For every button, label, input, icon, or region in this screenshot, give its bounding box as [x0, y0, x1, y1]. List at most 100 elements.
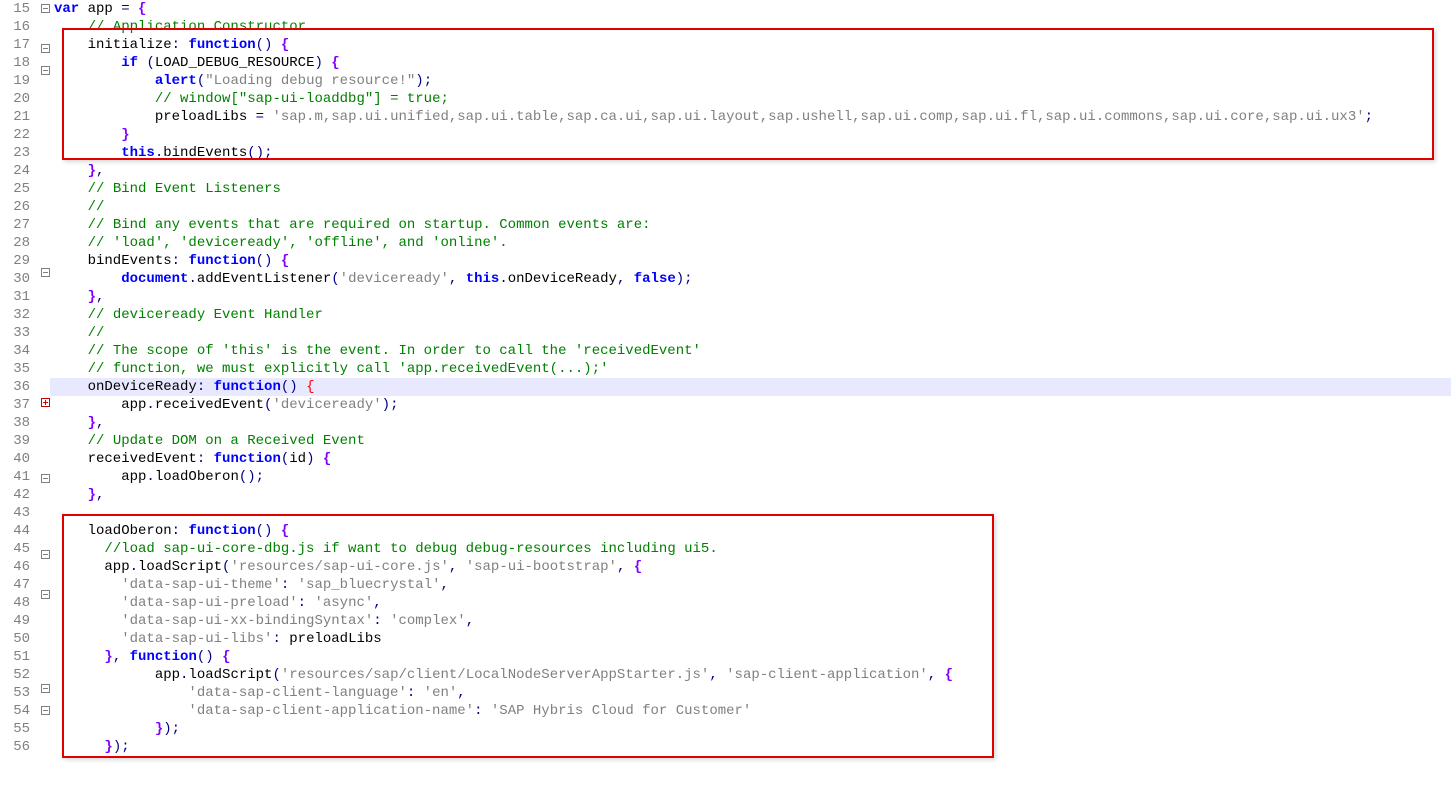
code-line[interactable]: initialize: function() {	[50, 36, 1451, 54]
line-number-gutter: 1516171819202122232425262728293031323334…	[0, 0, 36, 796]
fold-cell	[36, 210, 50, 228]
code-line[interactable]: //	[50, 198, 1451, 216]
code-line[interactable]: // function, we must explicitly call 'ap…	[50, 360, 1451, 378]
code-editor[interactable]: 1516171819202122232425262728293031323334…	[0, 0, 1451, 796]
code-line[interactable]: receivedEvent: function(id) {	[50, 450, 1451, 468]
code-line[interactable]: 'data-sap-ui-xx-bindingSyntax': 'complex…	[50, 612, 1451, 630]
code-line[interactable]: loadOberon: function() {	[50, 522, 1451, 540]
code-line[interactable]: // The scope of 'this' is the event. In …	[50, 342, 1451, 360]
code-line[interactable]: app.loadScript('resources/sap/client/Loc…	[50, 666, 1451, 684]
code-line[interactable]: bindEvents: function() {	[50, 252, 1451, 270]
code-line[interactable]: app.loadScript('resources/sap-ui-core.js…	[50, 558, 1451, 576]
fold-cell	[36, 398, 50, 416]
code-line[interactable]: if (LOAD_DEBUG_RESOURCE) {	[50, 54, 1451, 72]
line-number: 29	[0, 252, 30, 270]
code-line[interactable]: //	[50, 324, 1451, 342]
code-line[interactable]: // Update DOM on a Received Event	[50, 432, 1451, 450]
code-line[interactable]: },	[50, 414, 1451, 432]
code-line[interactable]: }	[50, 126, 1451, 144]
line-number: 49	[0, 612, 30, 630]
line-number: 16	[0, 18, 30, 36]
line-number: 18	[0, 54, 30, 72]
code-line[interactable]: });	[50, 720, 1451, 738]
code-line[interactable]: // Bind any events that are required on …	[50, 216, 1451, 234]
fold-cell	[36, 66, 50, 84]
line-number: 46	[0, 558, 30, 576]
line-number: 27	[0, 216, 30, 234]
code-line[interactable]: }, function() {	[50, 648, 1451, 666]
fold-cell	[36, 706, 50, 724]
code-line[interactable]: // window["sap-ui-loaddbg"] = true;	[50, 90, 1451, 108]
code-line[interactable]: alert("Loading debug resource!");	[50, 72, 1451, 90]
fold-open-icon[interactable]	[41, 66, 50, 75]
line-number: 42	[0, 486, 30, 504]
code-line[interactable]: 'data-sap-client-application-name': 'SAP…	[50, 702, 1451, 720]
line-number: 22	[0, 126, 30, 144]
fold-open-icon[interactable]	[41, 550, 50, 559]
fold-cell	[36, 192, 50, 210]
fold-cell	[36, 662, 50, 680]
fold-column[interactable]	[36, 0, 50, 796]
fold-cell	[36, 102, 50, 120]
fold-cell	[36, 452, 50, 470]
code-area[interactable]: var app = { // Application Constructor i…	[50, 0, 1451, 796]
code-line[interactable]: preloadLibs = 'sap.m,sap.ui.unified,sap.…	[50, 108, 1451, 126]
line-number: 33	[0, 324, 30, 342]
code-line[interactable]: 'data-sap-ui-theme': 'sap_bluecrystal',	[50, 576, 1451, 594]
fold-open-icon[interactable]	[41, 684, 50, 693]
code-line[interactable]: // Bind Event Listeners	[50, 180, 1451, 198]
fold-cell	[36, 626, 50, 644]
fold-closed-icon[interactable]	[41, 398, 50, 407]
code-line[interactable]: // 'load', 'deviceready', 'offline', and…	[50, 234, 1451, 252]
fold-cell	[36, 474, 50, 492]
code-line[interactable]: },	[50, 288, 1451, 306]
line-number: 47	[0, 576, 30, 594]
fold-cell	[36, 120, 50, 138]
line-number: 45	[0, 540, 30, 558]
code-line[interactable]: 'data-sap-client-language': 'en',	[50, 684, 1451, 702]
fold-cell	[36, 644, 50, 662]
line-number: 21	[0, 108, 30, 126]
line-number: 52	[0, 666, 30, 684]
fold-open-icon[interactable]	[41, 268, 50, 277]
code-line[interactable]: //load sap-ui-core-dbg.js if want to deb…	[50, 540, 1451, 558]
line-number: 48	[0, 594, 30, 612]
fold-cell	[36, 268, 50, 286]
fold-cell	[36, 4, 50, 22]
code-line[interactable]: var app = {	[50, 0, 1451, 18]
fold-cell	[36, 286, 50, 304]
fold-cell	[36, 492, 50, 510]
code-line[interactable]: },	[50, 162, 1451, 180]
fold-open-icon[interactable]	[41, 4, 50, 13]
code-line[interactable]: // deviceready Event Handler	[50, 306, 1451, 324]
fold-cell	[36, 156, 50, 174]
code-line[interactable]: app.receivedEvent('deviceready');	[50, 396, 1451, 414]
fold-cell	[36, 228, 50, 246]
line-number: 53	[0, 684, 30, 702]
fold-cell	[36, 376, 50, 394]
line-number: 51	[0, 648, 30, 666]
line-number: 50	[0, 630, 30, 648]
line-number: 34	[0, 342, 30, 360]
line-number: 15	[0, 0, 30, 18]
fold-open-icon[interactable]	[41, 706, 50, 715]
fold-cell	[36, 528, 50, 546]
fold-open-icon[interactable]	[41, 590, 50, 599]
code-line[interactable]: });	[50, 738, 1451, 756]
fold-open-icon[interactable]	[41, 474, 50, 483]
code-line[interactable]: 'data-sap-ui-preload': 'async',	[50, 594, 1451, 612]
code-line[interactable]: app.loadOberon();	[50, 468, 1451, 486]
line-number: 20	[0, 90, 30, 108]
code-line[interactable]: this.bindEvents();	[50, 144, 1451, 162]
line-number: 38	[0, 414, 30, 432]
code-line[interactable]: onDeviceReady: function() {	[50, 378, 1451, 396]
code-line[interactable]: document.addEventListener('deviceready',…	[50, 270, 1451, 288]
line-number: 44	[0, 522, 30, 540]
fold-open-icon[interactable]	[41, 44, 50, 53]
line-number: 39	[0, 432, 30, 450]
code-line[interactable]: // Application Constructor	[50, 18, 1451, 36]
fold-cell	[36, 510, 50, 528]
code-line[interactable]	[50, 504, 1451, 522]
code-line[interactable]: },	[50, 486, 1451, 504]
code-line[interactable]: 'data-sap-ui-libs': preloadLibs	[50, 630, 1451, 648]
